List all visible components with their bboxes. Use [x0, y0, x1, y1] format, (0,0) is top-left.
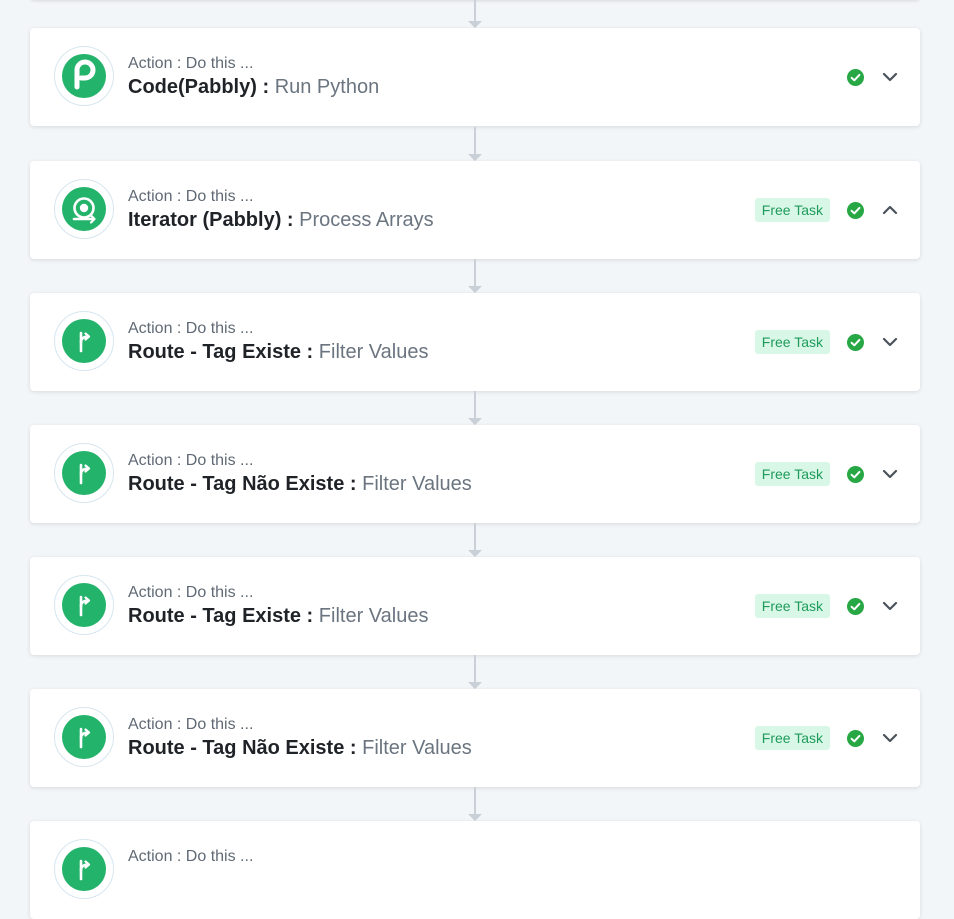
step-card-route-tag-nao-existe[interactable]: Action : Do this ... Route - Tag Não Exi…: [30, 425, 920, 523]
step-status-area: Free Task: [754, 425, 900, 523]
step-separator: :: [344, 737, 363, 759]
step-connector: [468, 0, 482, 28]
step-title: Iterator (Pabbly) : Process Arrays: [128, 207, 434, 233]
step-app-name: Iterator (Pabbly): [128, 209, 282, 231]
step-card-route-tag-existe[interactable]: Action : Do this ... Route - Tag Existe …: [30, 293, 920, 391]
step-event-name: Process Arrays: [299, 209, 434, 231]
step-event-name: Filter Values: [318, 605, 429, 627]
step-app-name: Route - Tag Não Existe: [128, 737, 345, 759]
step-caption: Action : Do this ...: [128, 452, 254, 469]
app-icon: [54, 46, 114, 106]
chevron-down-icon[interactable]: [880, 67, 900, 87]
step-card-code-pabbly[interactable]: Action : Do this ... Code(Pabbly) : Run …: [30, 28, 920, 126]
step-status-area: [846, 28, 900, 126]
step-card-route-tag-existe-2[interactable]: Action : Do this ... Route - Tag Existe …: [30, 557, 920, 655]
step-event-name: Run Python: [274, 76, 380, 98]
step-title: Route - Tag Não Existe : Filter Values: [128, 735, 472, 761]
chevron-down-icon[interactable]: [880, 332, 900, 352]
check-circle-icon: [846, 729, 864, 747]
step-card-route-tag-nao-existe-2[interactable]: Action : Do this ... Route - Tag Não Exi…: [30, 689, 920, 787]
step-text: Action : Do this ... Route - Tag Não Exi…: [128, 715, 472, 761]
chevron-down-icon[interactable]: [880, 728, 900, 748]
step-app-name: Code(Pabbly): [128, 76, 257, 98]
step-text: Action : Do this ...: [128, 847, 253, 867]
chevron-up-icon[interactable]: [880, 200, 900, 220]
step-app-name: Route - Tag Existe: [128, 341, 301, 363]
app-icon: [54, 179, 114, 239]
app-icon: [54, 707, 114, 767]
step-separator: :: [301, 341, 319, 363]
step-text: Action : Do this ... Iterator (Pabbly) :…: [128, 187, 434, 233]
step-title: Route - Tag Existe : Filter Values: [128, 339, 428, 365]
check-circle-icon: [846, 201, 864, 219]
step-connector: [468, 127, 482, 161]
step-status-area: Free Task: [754, 689, 900, 787]
step-caption: Action : Do this ...: [128, 584, 254, 601]
pabbly-p-icon: [74, 59, 96, 90]
step-separator: :: [301, 605, 319, 627]
chevron-down-icon[interactable]: [880, 464, 900, 484]
check-circle-icon: [846, 68, 864, 86]
step-card-iterator[interactable]: Action : Do this ... Iterator (Pabbly) :…: [30, 161, 920, 259]
check-circle-icon: [846, 597, 864, 615]
step-text: Action : Do this ... Code(Pabbly) : Run …: [128, 54, 379, 100]
app-icon: [54, 575, 114, 635]
step-separator: :: [281, 209, 300, 231]
step-event-name: Filter Values: [362, 737, 472, 759]
step-title: Route - Tag Existe : Filter Values: [128, 603, 428, 629]
step-caption: Action : Do this ...: [128, 320, 254, 337]
step-connector: [468, 259, 482, 293]
iterator-icon: [72, 197, 96, 224]
step-connector: [468, 787, 482, 821]
app-icon: [54, 311, 114, 371]
route-icon: [79, 595, 91, 617]
step-caption: Action : Do this ...: [128, 848, 254, 865]
step-card-next[interactable]: Action : Do this ...: [30, 821, 920, 919]
free-task-badge: Free Task: [754, 726, 830, 750]
step-text: Action : Do this ... Route - Tag Existe …: [128, 319, 428, 365]
app-icon: [54, 443, 114, 503]
free-task-badge: Free Task: [754, 462, 830, 486]
step-connector: [468, 523, 482, 557]
check-circle-icon: [846, 465, 864, 483]
step-status-area: Free Task: [754, 161, 900, 259]
step-separator: :: [256, 76, 275, 98]
check-circle-icon: [846, 333, 864, 351]
route-icon: [79, 331, 91, 353]
step-connector: [468, 391, 482, 425]
free-task-badge: Free Task: [754, 594, 830, 618]
free-task-badge: Free Task: [754, 198, 830, 222]
step-caption: Action : Do this ...: [128, 55, 254, 72]
route-icon: [79, 727, 91, 749]
step-connector: [468, 655, 482, 689]
step-text: Action : Do this ... Route - Tag Não Exi…: [128, 451, 472, 497]
step-status-area: Free Task: [754, 557, 900, 655]
chevron-down-icon[interactable]: [880, 596, 900, 616]
step-text: Action : Do this ... Route - Tag Existe …: [128, 583, 428, 629]
route-icon: [79, 859, 91, 881]
step-caption: Action : Do this ...: [128, 188, 254, 205]
step-event-name: Filter Values: [362, 473, 472, 495]
free-task-badge: Free Task: [754, 330, 830, 354]
step-event-name: Filter Values: [318, 341, 429, 363]
app-icon: [54, 839, 114, 899]
step-app-name: Route - Tag Não Existe: [128, 473, 345, 495]
route-icon: [79, 463, 91, 485]
step-app-name: Route - Tag Existe: [128, 605, 301, 627]
step-title: Route - Tag Não Existe : Filter Values: [128, 471, 472, 497]
step-separator: :: [344, 473, 363, 495]
step-status-area: Free Task: [754, 293, 900, 391]
step-caption: Action : Do this ...: [128, 716, 254, 733]
step-title: Code(Pabbly) : Run Python: [128, 74, 379, 100]
